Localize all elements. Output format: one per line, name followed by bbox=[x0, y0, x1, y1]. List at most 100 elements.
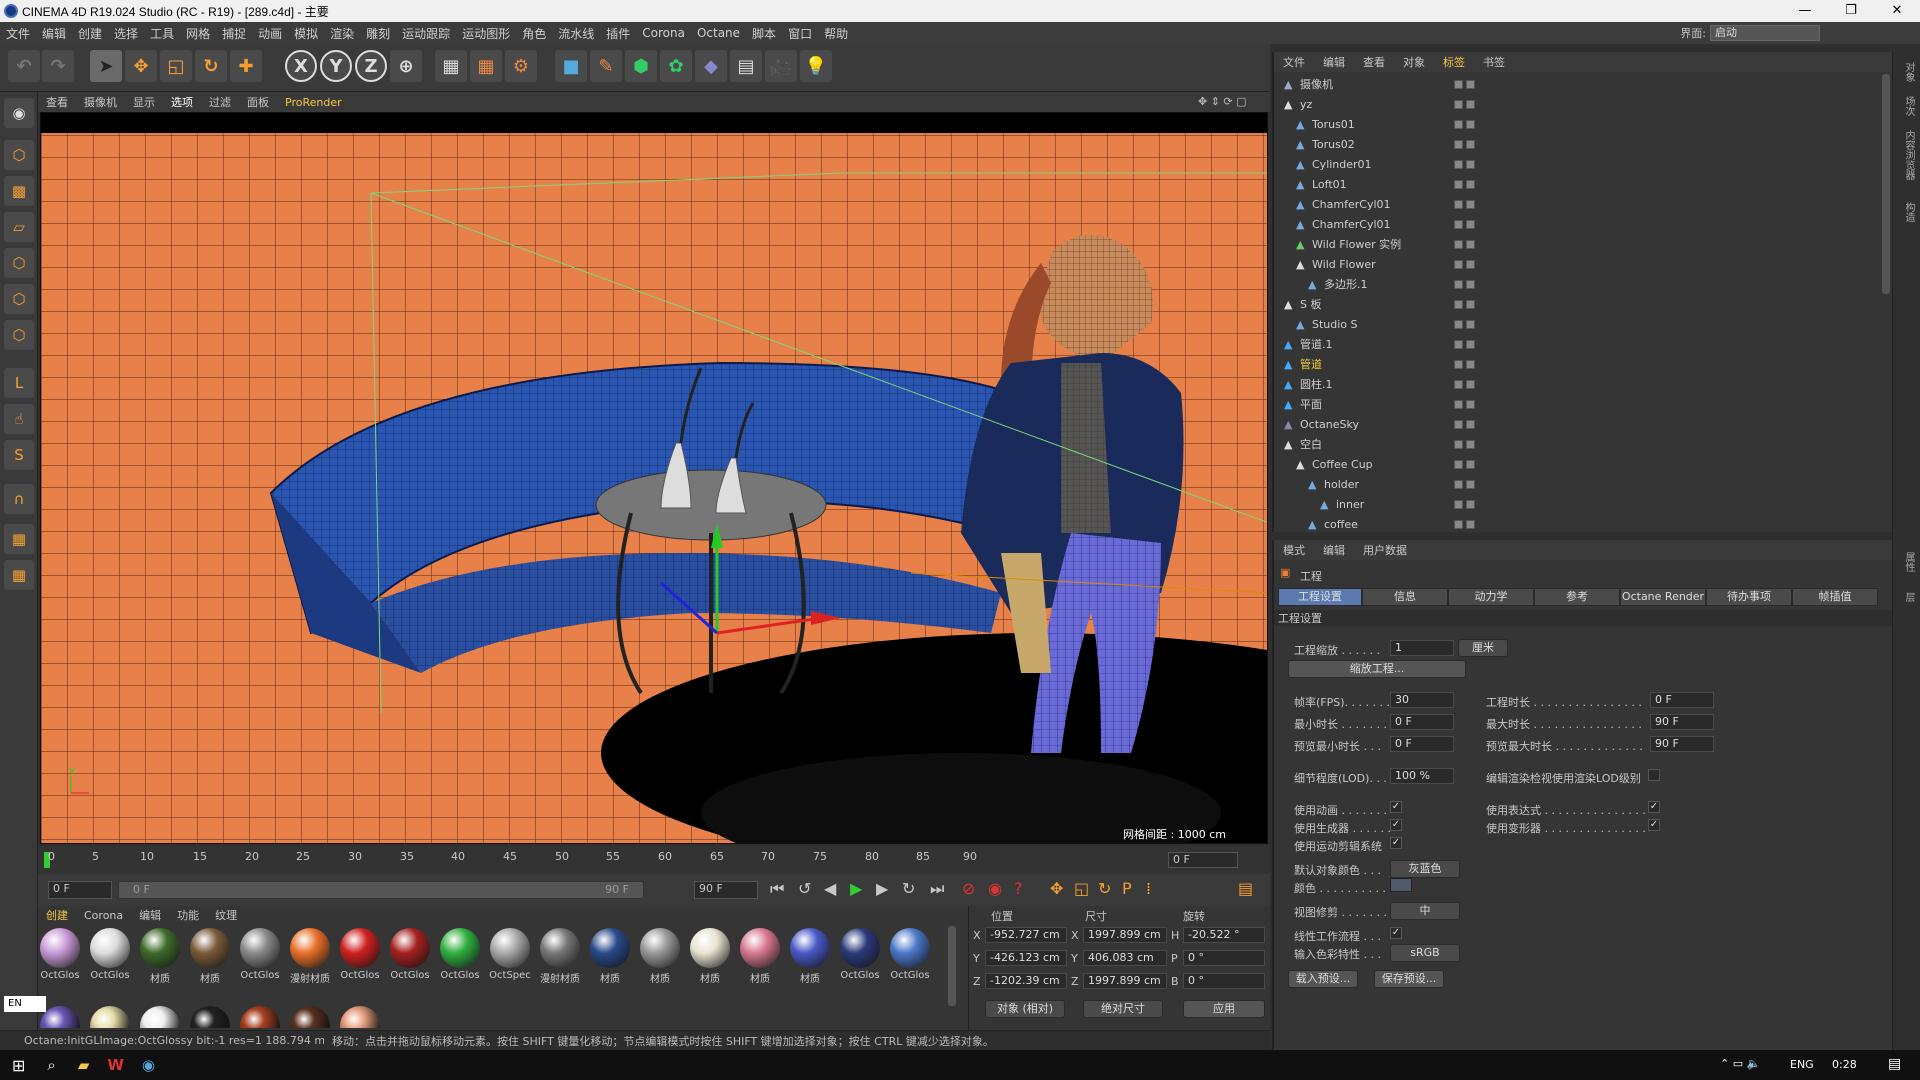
visibility-flags[interactable] bbox=[1454, 199, 1475, 209]
apply-button[interactable]: 应用 bbox=[1183, 1000, 1265, 1018]
object-row[interactable]: ▲ 管道.1 bbox=[1274, 334, 1894, 354]
object-name[interactable]: coffee bbox=[1324, 518, 1358, 531]
mat-menu-function[interactable]: 功能 bbox=[169, 907, 207, 923]
object-row[interactable]: ▲ Cylinder01 bbox=[1274, 154, 1894, 174]
scale-tool-icon[interactable]: ◱ bbox=[160, 50, 192, 82]
material-swatch[interactable] bbox=[340, 1006, 380, 1028]
use-generators-checkbox[interactable]: ✓ bbox=[1390, 819, 1402, 831]
visibility-flags[interactable] bbox=[1454, 499, 1475, 509]
menu-mesh[interactable]: 网格 bbox=[180, 25, 216, 42]
visibility-flags[interactable] bbox=[1454, 139, 1475, 149]
visibility-flags[interactable] bbox=[1454, 179, 1475, 189]
render-visibility-icon[interactable] bbox=[1466, 119, 1475, 129]
render-visibility-icon[interactable] bbox=[1466, 239, 1475, 249]
size-y-field[interactable]: 406.083 cm bbox=[1083, 950, 1167, 966]
menu-edit[interactable]: 编辑 bbox=[36, 25, 72, 42]
render-visibility-icon[interactable] bbox=[1466, 439, 1475, 449]
render-visibility-icon[interactable] bbox=[1466, 419, 1475, 429]
rotation-h-field[interactable]: -20.522 ° bbox=[1183, 927, 1265, 943]
clock[interactable]: 0:28 bbox=[1832, 1058, 1857, 1071]
project-scale-field[interactable]: 1 bbox=[1390, 640, 1454, 656]
object-row[interactable]: ▲ Wild Flower bbox=[1274, 254, 1894, 274]
object-row[interactable]: ▲ 平面 bbox=[1274, 394, 1894, 414]
render-visibility-icon[interactable] bbox=[1466, 99, 1475, 109]
material-swatch[interactable]: OctGlos bbox=[838, 926, 882, 982]
tray-icons[interactable]: ⌃ ▭ 🔈 bbox=[1720, 1057, 1760, 1070]
editor-visibility-icon[interactable] bbox=[1454, 419, 1463, 429]
use-animation-checkbox[interactable]: ✓ bbox=[1390, 801, 1402, 813]
use-deformers-checkbox[interactable]: ✓ bbox=[1648, 819, 1660, 831]
material-swatch[interactable] bbox=[240, 1006, 280, 1028]
object-row[interactable]: ▲ holder bbox=[1274, 474, 1894, 494]
menu-sculpt[interactable]: 雕刻 bbox=[360, 25, 396, 42]
color-profile-dropdown[interactable]: sRGB bbox=[1390, 944, 1460, 962]
vp-menu-cameras[interactable]: 摄像机 bbox=[76, 94, 125, 110]
default-color-dropdown[interactable]: 灰蓝色 bbox=[1390, 860, 1460, 878]
camera-icon[interactable]: 🎥 bbox=[765, 50, 797, 82]
next-key-icon[interactable]: ↻ bbox=[902, 879, 915, 898]
y-axis-icon[interactable]: Y bbox=[320, 50, 352, 82]
size-x-field[interactable]: 1997.899 cm bbox=[1083, 927, 1167, 943]
paint-icon[interactable]: ▦ bbox=[4, 524, 34, 554]
render-picture-viewer-icon[interactable]: ▦ bbox=[470, 50, 502, 82]
editor-visibility-icon[interactable] bbox=[1454, 219, 1463, 229]
coordinate-system-icon[interactable]: ⊕ bbox=[390, 50, 422, 82]
object-name[interactable]: Coffee Cup bbox=[1312, 458, 1373, 471]
attr-menu-edit[interactable]: 编辑 bbox=[1314, 542, 1354, 558]
menu-plugins[interactable]: 插件 bbox=[600, 25, 636, 42]
attr-menu-mode[interactable]: 模式 bbox=[1274, 542, 1314, 558]
object-name[interactable]: holder bbox=[1324, 478, 1359, 491]
redo-icon[interactable]: ↷ bbox=[42, 50, 74, 82]
object-row[interactable]: ▲ Torus01 bbox=[1274, 114, 1894, 134]
visibility-flags[interactable] bbox=[1454, 299, 1475, 309]
render-visibility-icon[interactable] bbox=[1466, 399, 1475, 409]
menu-mograph[interactable]: 运动图形 bbox=[456, 25, 516, 42]
record-icon[interactable]: ⊘ bbox=[962, 879, 975, 898]
object-name[interactable]: 空白 bbox=[1300, 436, 1322, 452]
current-frame-field[interactable]: 0 F bbox=[1168, 852, 1238, 868]
tab-todo[interactable]: 待办事项 bbox=[1706, 588, 1792, 606]
close-button[interactable]: ✕ bbox=[1874, 0, 1920, 22]
object-name[interactable]: ChamferCyl01 bbox=[1312, 218, 1391, 231]
render-visibility-icon[interactable] bbox=[1466, 79, 1475, 89]
visibility-flags[interactable] bbox=[1454, 119, 1475, 129]
view-clipping-dropdown[interactable]: 中 bbox=[1390, 902, 1460, 920]
file-explorer-icon[interactable]: ▰ bbox=[78, 1056, 90, 1074]
object-name[interactable]: Torus02 bbox=[1312, 138, 1355, 151]
position-y-field[interactable]: -426.123 cm bbox=[985, 950, 1067, 966]
prev-frame-icon[interactable]: ◀ bbox=[824, 879, 836, 898]
editor-visibility-icon[interactable] bbox=[1454, 99, 1463, 109]
material-swatch[interactable]: OctGlos bbox=[388, 926, 432, 982]
tab-info[interactable]: 信息 bbox=[1362, 588, 1448, 606]
mat-menu-create[interactable]: 创建 bbox=[38, 907, 76, 923]
tab-dynamics[interactable]: 动力学 bbox=[1448, 588, 1534, 606]
cube-primitive-icon[interactable]: ■ bbox=[555, 50, 587, 82]
autokey-icon[interactable]: ◉ bbox=[988, 879, 1002, 898]
editor-visibility-icon[interactable] bbox=[1454, 519, 1463, 529]
material-swatch[interactable] bbox=[290, 1006, 330, 1028]
viewport-navigation-icon[interactable]: ✥ ⇕ ⟳ ▢ bbox=[1198, 95, 1247, 108]
material-swatch[interactable]: 材质 bbox=[738, 926, 782, 985]
editor-visibility-icon[interactable] bbox=[1454, 139, 1463, 149]
menu-pipeline[interactable]: 流水线 bbox=[552, 25, 600, 42]
render-visibility-icon[interactable] bbox=[1466, 219, 1475, 229]
render-visibility-icon[interactable] bbox=[1466, 479, 1475, 489]
material-swatch[interactable]: 漫射材质 bbox=[538, 926, 582, 985]
strip-tab-attributes[interactable]: 属性 bbox=[1901, 552, 1916, 572]
key-param-icon[interactable]: P bbox=[1122, 879, 1132, 898]
object-row[interactable]: ▲ ChamferCyl01 bbox=[1274, 194, 1894, 214]
vp-menu-options[interactable]: 选项 bbox=[163, 94, 201, 110]
min-time-field[interactable]: 0 F bbox=[1390, 714, 1454, 730]
obj-menu-view[interactable]: 查看 bbox=[1354, 54, 1394, 70]
material-swatch[interactable]: 材质 bbox=[588, 926, 632, 985]
deformer-icon[interactable]: ◆ bbox=[695, 50, 727, 82]
object-row[interactable]: ▲ S 板 bbox=[1274, 294, 1894, 314]
obj-menu-edit[interactable]: 编辑 bbox=[1314, 54, 1354, 70]
frame-range-slider[interactable]: 0 F 90 F bbox=[118, 881, 644, 899]
menu-create[interactable]: 创建 bbox=[72, 25, 108, 42]
editor-visibility-icon[interactable] bbox=[1454, 439, 1463, 449]
object-name[interactable]: 圆柱.1 bbox=[1300, 376, 1333, 392]
key-scale-icon[interactable]: ◱ bbox=[1074, 879, 1089, 898]
mat-menu-edit[interactable]: 编辑 bbox=[131, 907, 169, 923]
points-mode-icon[interactable]: ⬡ bbox=[4, 248, 34, 278]
